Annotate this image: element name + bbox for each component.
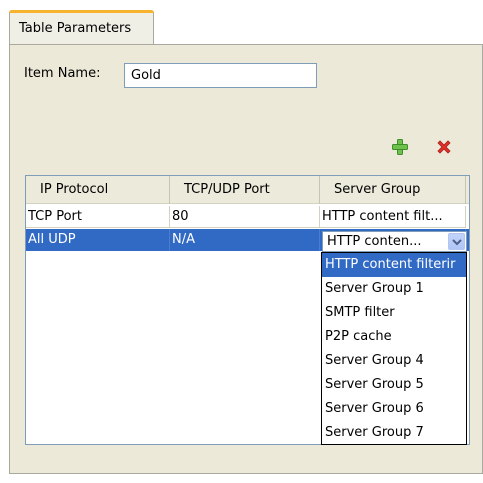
column-header-server-group[interactable]: Server Group	[320, 176, 466, 204]
server-group-combobox[interactable]: HTTP conten...	[322, 231, 467, 252]
item-name-label: Item Name:	[24, 66, 101, 81]
dropdown-option[interactable]: Server Group 1	[322, 277, 466, 301]
dropdown-option[interactable]: Server Group 5	[322, 373, 466, 397]
combobox-dropdown-button[interactable]	[448, 233, 465, 250]
plus-icon	[392, 139, 408, 155]
server-group-dropdown-list: HTTP content filterir Server Group 1 SMT…	[321, 252, 467, 445]
dropdown-option[interactable]: Server Group 6	[322, 397, 466, 421]
protocol-cell[interactable]: TCP Port	[26, 206, 170, 228]
add-row-button[interactable]	[390, 137, 410, 157]
combobox-value: HTTP conten...	[327, 234, 422, 249]
table-header: IP Protocol TCP/UDP Port Server Group	[26, 176, 469, 204]
dropdown-option[interactable]: Server Group 7	[322, 421, 466, 445]
tab-label: Table Parameters	[19, 21, 132, 36]
dropdown-option[interactable]: SMTP filter	[322, 301, 466, 325]
column-header-ip-protocol[interactable]: IP Protocol	[26, 176, 170, 204]
close-icon	[437, 140, 451, 154]
protocol-cell[interactable]: All UDP	[26, 229, 170, 251]
chevron-down-icon	[451, 238, 462, 245]
dropdown-option[interactable]: HTTP content filterir	[322, 253, 466, 277]
column-header-port[interactable]: TCP/UDP Port	[170, 176, 320, 204]
dropdown-option[interactable]: Server Group 4	[322, 349, 466, 373]
delete-row-button[interactable]	[434, 137, 454, 157]
port-cell[interactable]: N/A	[170, 229, 320, 251]
tab-table-parameters[interactable]: Table Parameters	[9, 10, 154, 45]
dropdown-option[interactable]: P2P cache	[322, 325, 466, 349]
table-row[interactable]: TCP Port 80 HTTP content filt...	[26, 206, 469, 228]
tab-strip: Table Parameters	[0, 0, 483, 45]
server-group-cell[interactable]: HTTP content filt...	[320, 206, 466, 228]
item-name-input[interactable]	[124, 63, 317, 88]
port-cell[interactable]: 80	[170, 206, 320, 228]
